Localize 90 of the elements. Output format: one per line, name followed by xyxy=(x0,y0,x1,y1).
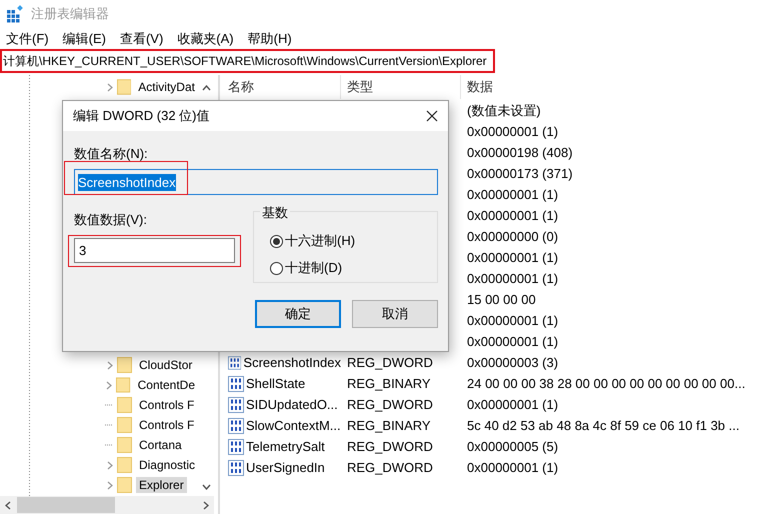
value-type: REG_DWORD xyxy=(347,460,433,475)
value-data: 0x00000001 (1) xyxy=(467,208,558,223)
value-data: 0x00000198 (408) xyxy=(467,145,573,160)
folder-icon xyxy=(117,417,132,433)
value-type: REG_DWORD xyxy=(347,355,433,370)
field-label: 数值数据(V): xyxy=(74,211,148,229)
tree-connector xyxy=(105,444,113,446)
value-data: 0x00000173 (371) xyxy=(467,166,573,181)
value-data: 0x00000001 (1) xyxy=(467,334,558,349)
radio-button[interactable] xyxy=(270,234,283,248)
tree-item[interactable]: Diagnostic xyxy=(136,457,198,473)
value-type: REG_DWORD xyxy=(347,397,433,412)
value-name[interactable]: TelemetrySalt xyxy=(246,439,325,454)
folder-icon xyxy=(117,437,132,453)
chevron-right-icon[interactable] xyxy=(106,460,113,470)
scroll-right-icon[interactable] xyxy=(203,500,209,510)
chevron-right-icon[interactable] xyxy=(107,480,113,490)
horizontal-scrollbar[interactable] xyxy=(0,496,214,514)
value-data: 0x00000001 (1) xyxy=(467,313,558,328)
value-data: 5c 40 d2 53 ab 48 8a 4c 8f 59 ce 06 10 f1 3b ... xyxy=(467,418,740,433)
value-data: 24 00 00 00 38 28 00 00 00 00 00 00 00 00 00... xyxy=(467,376,746,391)
binary-value-icon xyxy=(228,460,244,476)
value-data: 0x00000005 (5) xyxy=(467,439,558,454)
scroll-left-icon[interactable] xyxy=(5,500,11,510)
scroll-down-icon[interactable] xyxy=(202,484,210,490)
column-header[interactable]: 类型 xyxy=(341,75,461,99)
column-header[interactable]: 名称 xyxy=(222,75,341,99)
tree-item[interactable]: ActivityDat xyxy=(135,79,198,95)
value-data-field[interactable]: 3 xyxy=(74,238,235,263)
folder-icon xyxy=(116,79,132,95)
binary-value-icon xyxy=(228,418,244,434)
value-name[interactable]: UserSignedIn xyxy=(246,460,325,475)
folder-icon xyxy=(116,457,132,473)
binary-value-icon xyxy=(228,354,242,370)
scroll-up-icon[interactable] xyxy=(202,85,210,91)
tree-item[interactable]: Cortana xyxy=(136,437,185,453)
radio-label[interactable]: 十六进制(H) xyxy=(285,232,356,250)
folder-icon xyxy=(116,377,131,393)
field-label: 数值名称(N): xyxy=(74,145,149,163)
binary-value-icon xyxy=(228,376,244,392)
value-data: 0x00000003 (3) xyxy=(467,355,558,370)
radio-label[interactable]: 十进制(D) xyxy=(285,259,342,277)
dialog-button[interactable]: 确定 xyxy=(255,300,341,328)
value-data: 0x00000001 (1) xyxy=(467,250,558,265)
tree-item[interactable]: Explorer xyxy=(136,477,187,493)
menu-item[interactable]: 编辑(E) xyxy=(62,30,106,48)
address-bar[interactable]: 计算机\HKEY_CURRENT_USER\SOFTWARE\Microsoft\Windows\CurrentVersion\Explorer xyxy=(0,49,495,73)
window-title: 注册表编辑器 xyxy=(31,5,109,23)
chevron-right-icon[interactable] xyxy=(106,82,113,92)
value-data: 0x00000001 (1) xyxy=(467,397,558,412)
menu-item[interactable]: 查看(V) xyxy=(120,30,164,48)
binary-value-icon xyxy=(228,396,244,412)
value-name[interactable]: SlowContextM... xyxy=(246,418,341,433)
folder-icon xyxy=(117,397,132,413)
chevron-right-icon[interactable] xyxy=(106,380,112,390)
value-type: REG_DWORD xyxy=(347,439,433,454)
close-icon[interactable] xyxy=(426,110,438,122)
menu-item[interactable]: 帮助(H) xyxy=(248,30,292,48)
value-data: 0x00000001 (1) xyxy=(467,271,558,286)
value-data: 0x00000001 (1) xyxy=(467,124,558,139)
chevron-right-icon[interactable] xyxy=(107,360,113,370)
scroll-thumb[interactable] xyxy=(17,497,115,513)
tree-connector xyxy=(105,404,113,406)
folder-icon xyxy=(117,477,132,493)
value-name-field[interactable]: ScreenshotIndex xyxy=(74,169,438,195)
tree-item[interactable]: Controls F xyxy=(136,397,198,413)
group-title: 基数 xyxy=(260,204,290,222)
registry-icon xyxy=(6,5,24,23)
value-type: REG_BINARY xyxy=(347,376,431,391)
value-name[interactable]: SIDUpdatedO... xyxy=(246,397,338,412)
menu-item[interactable]: 文件(F) xyxy=(6,30,49,48)
tree-item[interactable]: Controls F xyxy=(136,417,198,433)
value-data: 0x00000001 (1) xyxy=(467,460,558,475)
menu-item[interactable]: 收藏夹(A) xyxy=(177,30,234,48)
tree-item[interactable]: CloudStor xyxy=(136,357,196,373)
value-type: REG_BINARY xyxy=(347,418,431,433)
value-name[interactable]: ScreenshotIndex xyxy=(243,355,341,370)
column-header[interactable]: 数据 xyxy=(461,78,493,96)
value-data: 0x00000001 (1) xyxy=(467,187,558,202)
dialog-title: 编辑 DWORD (32 位)值 xyxy=(73,107,210,125)
value-data: 0x00000000 (0) xyxy=(467,229,558,244)
value-name[interactable]: ShellState xyxy=(246,376,306,391)
radio-button[interactable] xyxy=(270,262,283,274)
value-data: (数值未设置) xyxy=(467,102,541,120)
value-data: 15 00 00 00 xyxy=(467,292,536,307)
folder-icon xyxy=(117,357,132,373)
dialog-button[interactable]: 取消 xyxy=(352,300,438,328)
tree-item[interactable]: ContentDe xyxy=(134,377,198,393)
binary-value-icon xyxy=(228,438,244,454)
tree-connector xyxy=(105,424,113,426)
